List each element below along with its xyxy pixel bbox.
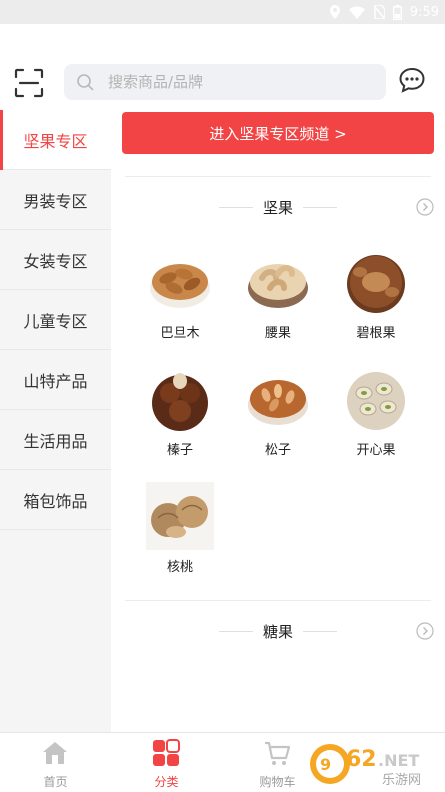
product-name: 核桃 xyxy=(166,560,193,575)
sidebar-item-specialty[interactable]: 山特产品 xyxy=(0,350,111,410)
section-title: 糖果 xyxy=(111,619,445,643)
sidebar-item-label: 儿童专区 xyxy=(23,311,88,331)
home-icon xyxy=(43,742,67,764)
cashew-image xyxy=(248,264,308,308)
svg-text:乐游网: 乐游网 xyxy=(382,773,421,788)
no-sim-icon xyxy=(374,5,385,19)
pine-nut-image xyxy=(248,380,308,425)
svg-text:.NET: .NET xyxy=(378,751,419,770)
sidebar-item-label: 坚果专区 xyxy=(23,131,88,151)
product-name: 巴旦木 xyxy=(160,326,200,341)
category-icon xyxy=(153,739,180,766)
tab-label: 分类 xyxy=(154,775,179,789)
section-title: 坚果 xyxy=(111,195,445,219)
svg-text:9: 9 xyxy=(320,755,331,774)
sidebar-item-label: 山特产品 xyxy=(23,371,88,391)
scan-icon[interactable] xyxy=(14,68,44,98)
title-line xyxy=(218,206,253,208)
sidebar-item-label: 生活用品 xyxy=(23,431,88,451)
search-bar[interactable] xyxy=(64,64,386,100)
sidebar-item-womenswear[interactable]: 女装专区 xyxy=(0,230,111,290)
product-pine-nut[interactable]: 松子 xyxy=(238,365,318,458)
sidebar-item-label: 箱包饰品 xyxy=(23,491,88,511)
product-name: 松子 xyxy=(264,443,291,458)
tab-label: 首页 xyxy=(43,775,68,789)
title-line xyxy=(303,206,337,208)
section-title-text: 坚果 xyxy=(262,198,293,217)
search-input[interactable] xyxy=(108,64,378,100)
product-name: 开心果 xyxy=(356,443,396,458)
sidebar-item-daily-goods[interactable]: 生活用品 xyxy=(0,410,111,470)
product-name: 碧根果 xyxy=(356,326,396,341)
sidebar-item-label: 男装专区 xyxy=(23,191,88,211)
tab-home[interactable]: 首页 xyxy=(0,733,111,792)
product-name: 榛子 xyxy=(166,443,193,458)
message-icon[interactable] xyxy=(398,66,426,94)
title-line xyxy=(303,630,337,632)
main-content: 进入坚果专区频道 > 坚果 巴旦木 腰果 碧根果 榛子 松子 开心果 核桃 糖果 xyxy=(111,110,445,732)
svg-text:62: 62 xyxy=(346,747,377,772)
product-walnut[interactable]: 核桃 xyxy=(140,482,220,575)
product-pecan[interactable]: 碧根果 xyxy=(336,248,416,341)
almond-image xyxy=(150,264,210,308)
wifi-icon xyxy=(348,5,365,19)
product-almond[interactable]: 巴旦木 xyxy=(140,248,220,341)
tab-category[interactable]: 分类 xyxy=(111,733,222,792)
cart-icon xyxy=(265,741,291,765)
status-icons: 9:59 xyxy=(329,3,439,21)
chevron-right-icon[interactable] xyxy=(416,198,434,216)
battery-icon xyxy=(392,4,402,20)
hazelnut-image xyxy=(152,373,208,431)
sidebar-item-bags[interactable]: 箱包饰品 xyxy=(0,470,111,530)
status-time: 9:59 xyxy=(409,4,439,20)
status-bar: 9:59 xyxy=(0,0,445,24)
title-line xyxy=(218,630,253,632)
sidebar-item-children[interactable]: 儿童专区 xyxy=(0,290,111,350)
category-sidebar: 坚果专区 男装专区 女装专区 儿童专区 山特产品 生活用品 箱包饰品 xyxy=(0,110,111,732)
enter-channel-banner[interactable]: 进入坚果专区频道 > xyxy=(122,112,434,154)
pistachio-image xyxy=(347,372,405,430)
product-hazelnut[interactable]: 榛子 xyxy=(140,365,220,458)
header xyxy=(0,24,445,116)
product-cashew[interactable]: 腰果 xyxy=(238,248,318,341)
walnut-image xyxy=(146,482,214,550)
divider xyxy=(125,176,431,177)
divider xyxy=(125,600,431,601)
product-pistachio[interactable]: 开心果 xyxy=(336,365,416,458)
sidebar-item-nuts[interactable]: 坚果专区 xyxy=(0,110,111,170)
pecan-image xyxy=(347,255,405,313)
watermark-logo: 9 62 .NET 乐游网 xyxy=(310,744,421,788)
product-name: 腰果 xyxy=(264,326,291,341)
sidebar-item-menswear[interactable]: 男装专区 xyxy=(0,170,111,230)
chevron-right-icon[interactable] xyxy=(416,622,434,640)
search-icon xyxy=(77,74,94,91)
location-icon xyxy=(329,5,340,19)
sidebar-item-label: 女装专区 xyxy=(23,251,88,271)
section-title-text: 糖果 xyxy=(262,622,293,641)
